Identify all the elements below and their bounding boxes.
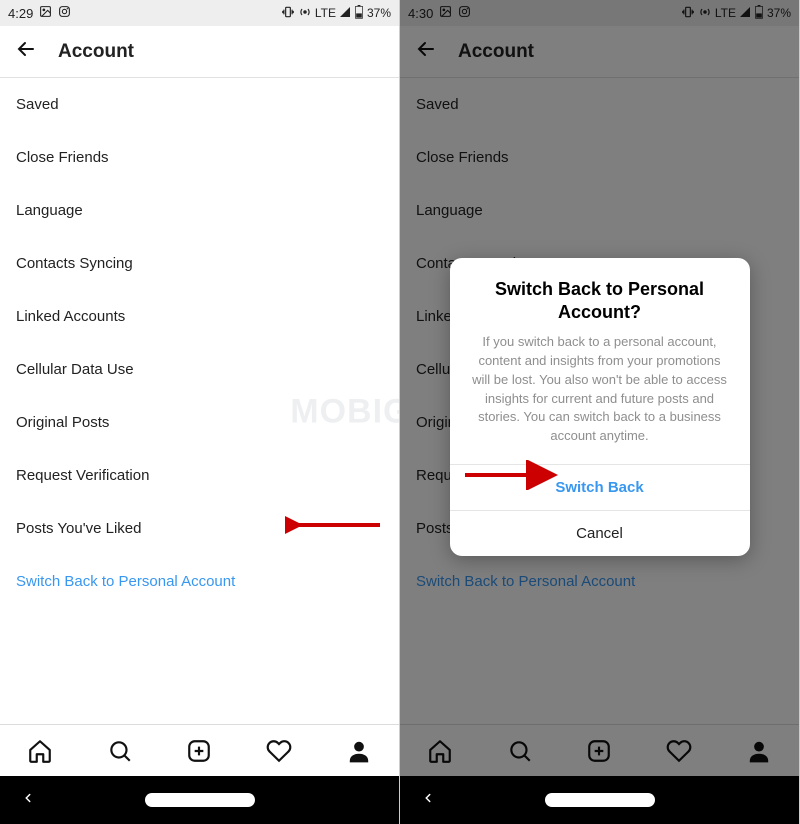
android-nav-bar <box>0 776 399 824</box>
screenshot-right: 4:30 LTE 37% Account Saved Close Friends… <box>400 0 800 824</box>
page-title: Account <box>58 41 134 63</box>
back-icon[interactable] <box>14 37 38 66</box>
search-icon[interactable] <box>107 738 133 764</box>
instagram-icon <box>58 5 71 21</box>
item-request-verification[interactable]: Request Verification <box>0 449 399 502</box>
item-saved[interactable]: Saved <box>0 78 399 131</box>
item-cellular-data-use[interactable]: Cellular Data Use <box>0 343 399 396</box>
modal-switch-back-button[interactable]: Switch Back <box>450 464 750 510</box>
android-home-pill[interactable] <box>145 793 255 807</box>
android-back-icon[interactable] <box>21 791 35 810</box>
new-post-icon[interactable] <box>186 738 212 764</box>
profile-icon[interactable] <box>346 738 372 764</box>
android-back-icon[interactable] <box>421 791 435 810</box>
page-header: Account <box>0 26 399 78</box>
item-contacts-syncing[interactable]: Contacts Syncing <box>0 237 399 290</box>
vibrate-icon <box>281 5 295 22</box>
android-home-pill[interactable] <box>545 793 655 807</box>
item-original-posts[interactable]: Original Posts <box>0 396 399 449</box>
signal-icon <box>339 6 351 21</box>
confirm-modal: Switch Back to Personal Account? If you … <box>450 258 750 556</box>
network-label: LTE <box>315 6 336 20</box>
battery-pct: 37% <box>367 6 391 20</box>
modal-title: Switch Back to Personal Account? <box>450 258 750 329</box>
screenshot-left: 4:29 LTE 37% <box>0 0 400 824</box>
modal-body: If you switch back to a personal account… <box>450 329 750 464</box>
settings-list[interactable]: Saved Close Friends Language Contacts Sy… <box>0 78 399 724</box>
image-icon <box>39 5 52 21</box>
android-nav-bar <box>400 776 799 824</box>
modal-cancel-button[interactable]: Cancel <box>450 510 750 556</box>
item-language[interactable]: Language <box>0 184 399 237</box>
item-close-friends[interactable]: Close Friends <box>0 131 399 184</box>
status-bar: 4:29 LTE 37% <box>0 0 399 26</box>
bottom-tab-bar <box>0 724 399 776</box>
home-icon[interactable] <box>27 738 53 764</box>
activity-icon[interactable] <box>266 738 292 764</box>
status-time: 4:29 <box>8 6 33 21</box>
battery-icon <box>354 5 364 22</box>
item-switch-back-personal[interactable]: Switch Back to Personal Account <box>0 555 399 608</box>
item-posts-youve-liked[interactable]: Posts You've Liked <box>0 502 399 555</box>
hotspot-icon <box>298 5 312 22</box>
item-linked-accounts[interactable]: Linked Accounts <box>0 290 399 343</box>
